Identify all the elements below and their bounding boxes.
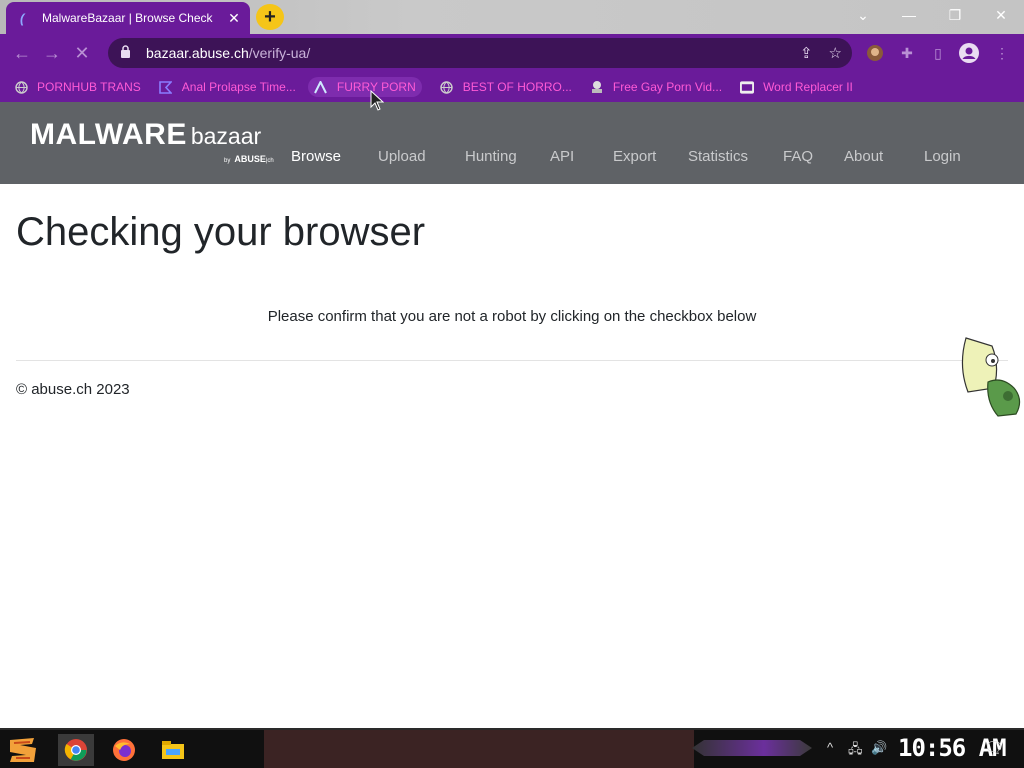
logo-by-abuse: by ABUSE|ch — [224, 154, 274, 164]
bookmark-item[interactable]: Anal Prolapse Time... — [159, 80, 296, 94]
bookmark-item[interactable]: PORNHUB TRANS — [14, 80, 141, 94]
wr-icon — [740, 80, 755, 94]
taskbar-background-image — [264, 730, 694, 768]
bookmark-item[interactable]: Word Replacer II — [740, 80, 853, 94]
profile-icon[interactable] — [958, 42, 980, 64]
divider — [16, 360, 1008, 361]
site-icon — [590, 80, 604, 94]
notification-icon[interactable]: 🗨 — [984, 738, 1004, 758]
nav-api[interactable]: API — [550, 148, 574, 165]
share-icon[interactable]: ⇪ — [800, 44, 813, 62]
page-title: Checking your browser — [16, 210, 426, 254]
cartoon-character-overlay — [958, 336, 1024, 420]
site-header: MALWARE bazaar by ABUSE|ch Browse Upload H… — [0, 102, 1024, 184]
browser-title-bar: ( MalwareBazaar | Browse Check ✕ + ⌄ — ❐… — [0, 0, 1024, 34]
tab-close-icon[interactable]: ✕ — [226, 10, 242, 27]
lock-icon[interactable] — [120, 45, 134, 61]
bookmark-item-hovered[interactable]: FURRY PORN — [307, 77, 422, 97]
menu-kebab-icon[interactable]: ⋮ — [991, 42, 1013, 64]
malwarebazaar-logo[interactable]: MALWARE bazaar by ABUSE|ch — [30, 118, 274, 164]
bookmark-item[interactable]: Free Gay Porn Vid... — [590, 80, 722, 94]
close-window-button[interactable]: ✕ — [978, 0, 1024, 30]
tab-malwarebazaar[interactable]: ( MalwareBazaar | Browse Check ✕ — [6, 2, 250, 34]
nav-export[interactable]: Export — [613, 148, 656, 165]
firefox-taskbar-icon[interactable] — [106, 734, 142, 766]
tab-search-chevron-icon[interactable]: ⌄ — [840, 0, 886, 30]
nav-faq[interactable]: FAQ — [783, 148, 813, 165]
logo-main-text: MALWARE — [30, 118, 187, 151]
bookmark-item[interactable]: BEST OF HORRO... — [440, 80, 572, 94]
bookmarks-bar: PORNHUB TRANS Anal Prolapse Time... FURR… — [0, 72, 1024, 102]
nav-about[interactable]: About — [844, 148, 883, 165]
globe-icon — [14, 80, 28, 94]
show-hidden-icons-chevron-icon[interactable]: ^ — [827, 740, 833, 755]
new-tab-button[interactable]: + — [256, 4, 284, 30]
a-logo-icon — [314, 80, 328, 94]
tab-title: MalwareBazaar | Browse Check — [42, 11, 213, 25]
nav-login[interactable]: Login — [924, 148, 961, 165]
file-explorer-taskbar-icon[interactable] — [155, 734, 191, 766]
loading-favicon-icon: ( — [20, 10, 25, 26]
url-path: /verify-ua/ — [248, 45, 311, 61]
logo-sub-text: bazaar — [190, 123, 262, 149]
start-menu-icon[interactable] — [6, 736, 40, 764]
browser-toolbar: ← → ✕ bazaar.abuse.ch/verify-ua/ ⇪ ☆ ✚ ▯… — [0, 34, 1024, 72]
url-host: bazaar.abuse.ch — [146, 45, 249, 61]
nav-hunting[interactable]: Hunting — [465, 148, 517, 165]
address-bar[interactable]: bazaar.abuse.ch/verify-ua/ ⇪ ☆ — [108, 38, 852, 68]
forward-arrow-icon[interactable]: → — [37, 38, 67, 68]
nav-upload[interactable]: Upload — [378, 148, 426, 165]
globe-icon — [440, 80, 454, 94]
captcha-prompt: Please confirm that you are not a robot … — [267, 308, 757, 325]
nav-statistics[interactable]: Statistics — [688, 148, 748, 165]
bookmark-icon — [159, 80, 173, 94]
volume-icon[interactable]: 🔊 — [871, 740, 887, 756]
footer-copyright: © abuse.ch 2023 — [16, 381, 130, 398]
network-icon[interactable]: 🖧 — [848, 740, 863, 762]
taskbar-decoration — [692, 740, 812, 756]
stop-loading-icon[interactable]: ✕ — [67, 38, 97, 68]
taskbar: ^ 🖧 🔊 10:56 AM 🗨 — [0, 728, 1024, 768]
back-arrow-icon[interactable]: ← — [7, 38, 37, 68]
bookmark-star-icon[interactable]: ☆ — [829, 44, 842, 62]
mouse-cursor-icon — [370, 89, 385, 117]
nav-browse[interactable]: Browse — [291, 148, 341, 165]
chrome-taskbar-icon[interactable] — [58, 734, 94, 766]
extension-avatar-icon[interactable] — [864, 42, 886, 64]
minimize-button[interactable]: — — [886, 0, 932, 30]
side-panel-icon[interactable]: ▯ — [927, 42, 949, 64]
extensions-puzzle-icon[interactable]: ✚ — [896, 42, 918, 64]
restore-button[interactable]: ❐ — [932, 0, 978, 30]
